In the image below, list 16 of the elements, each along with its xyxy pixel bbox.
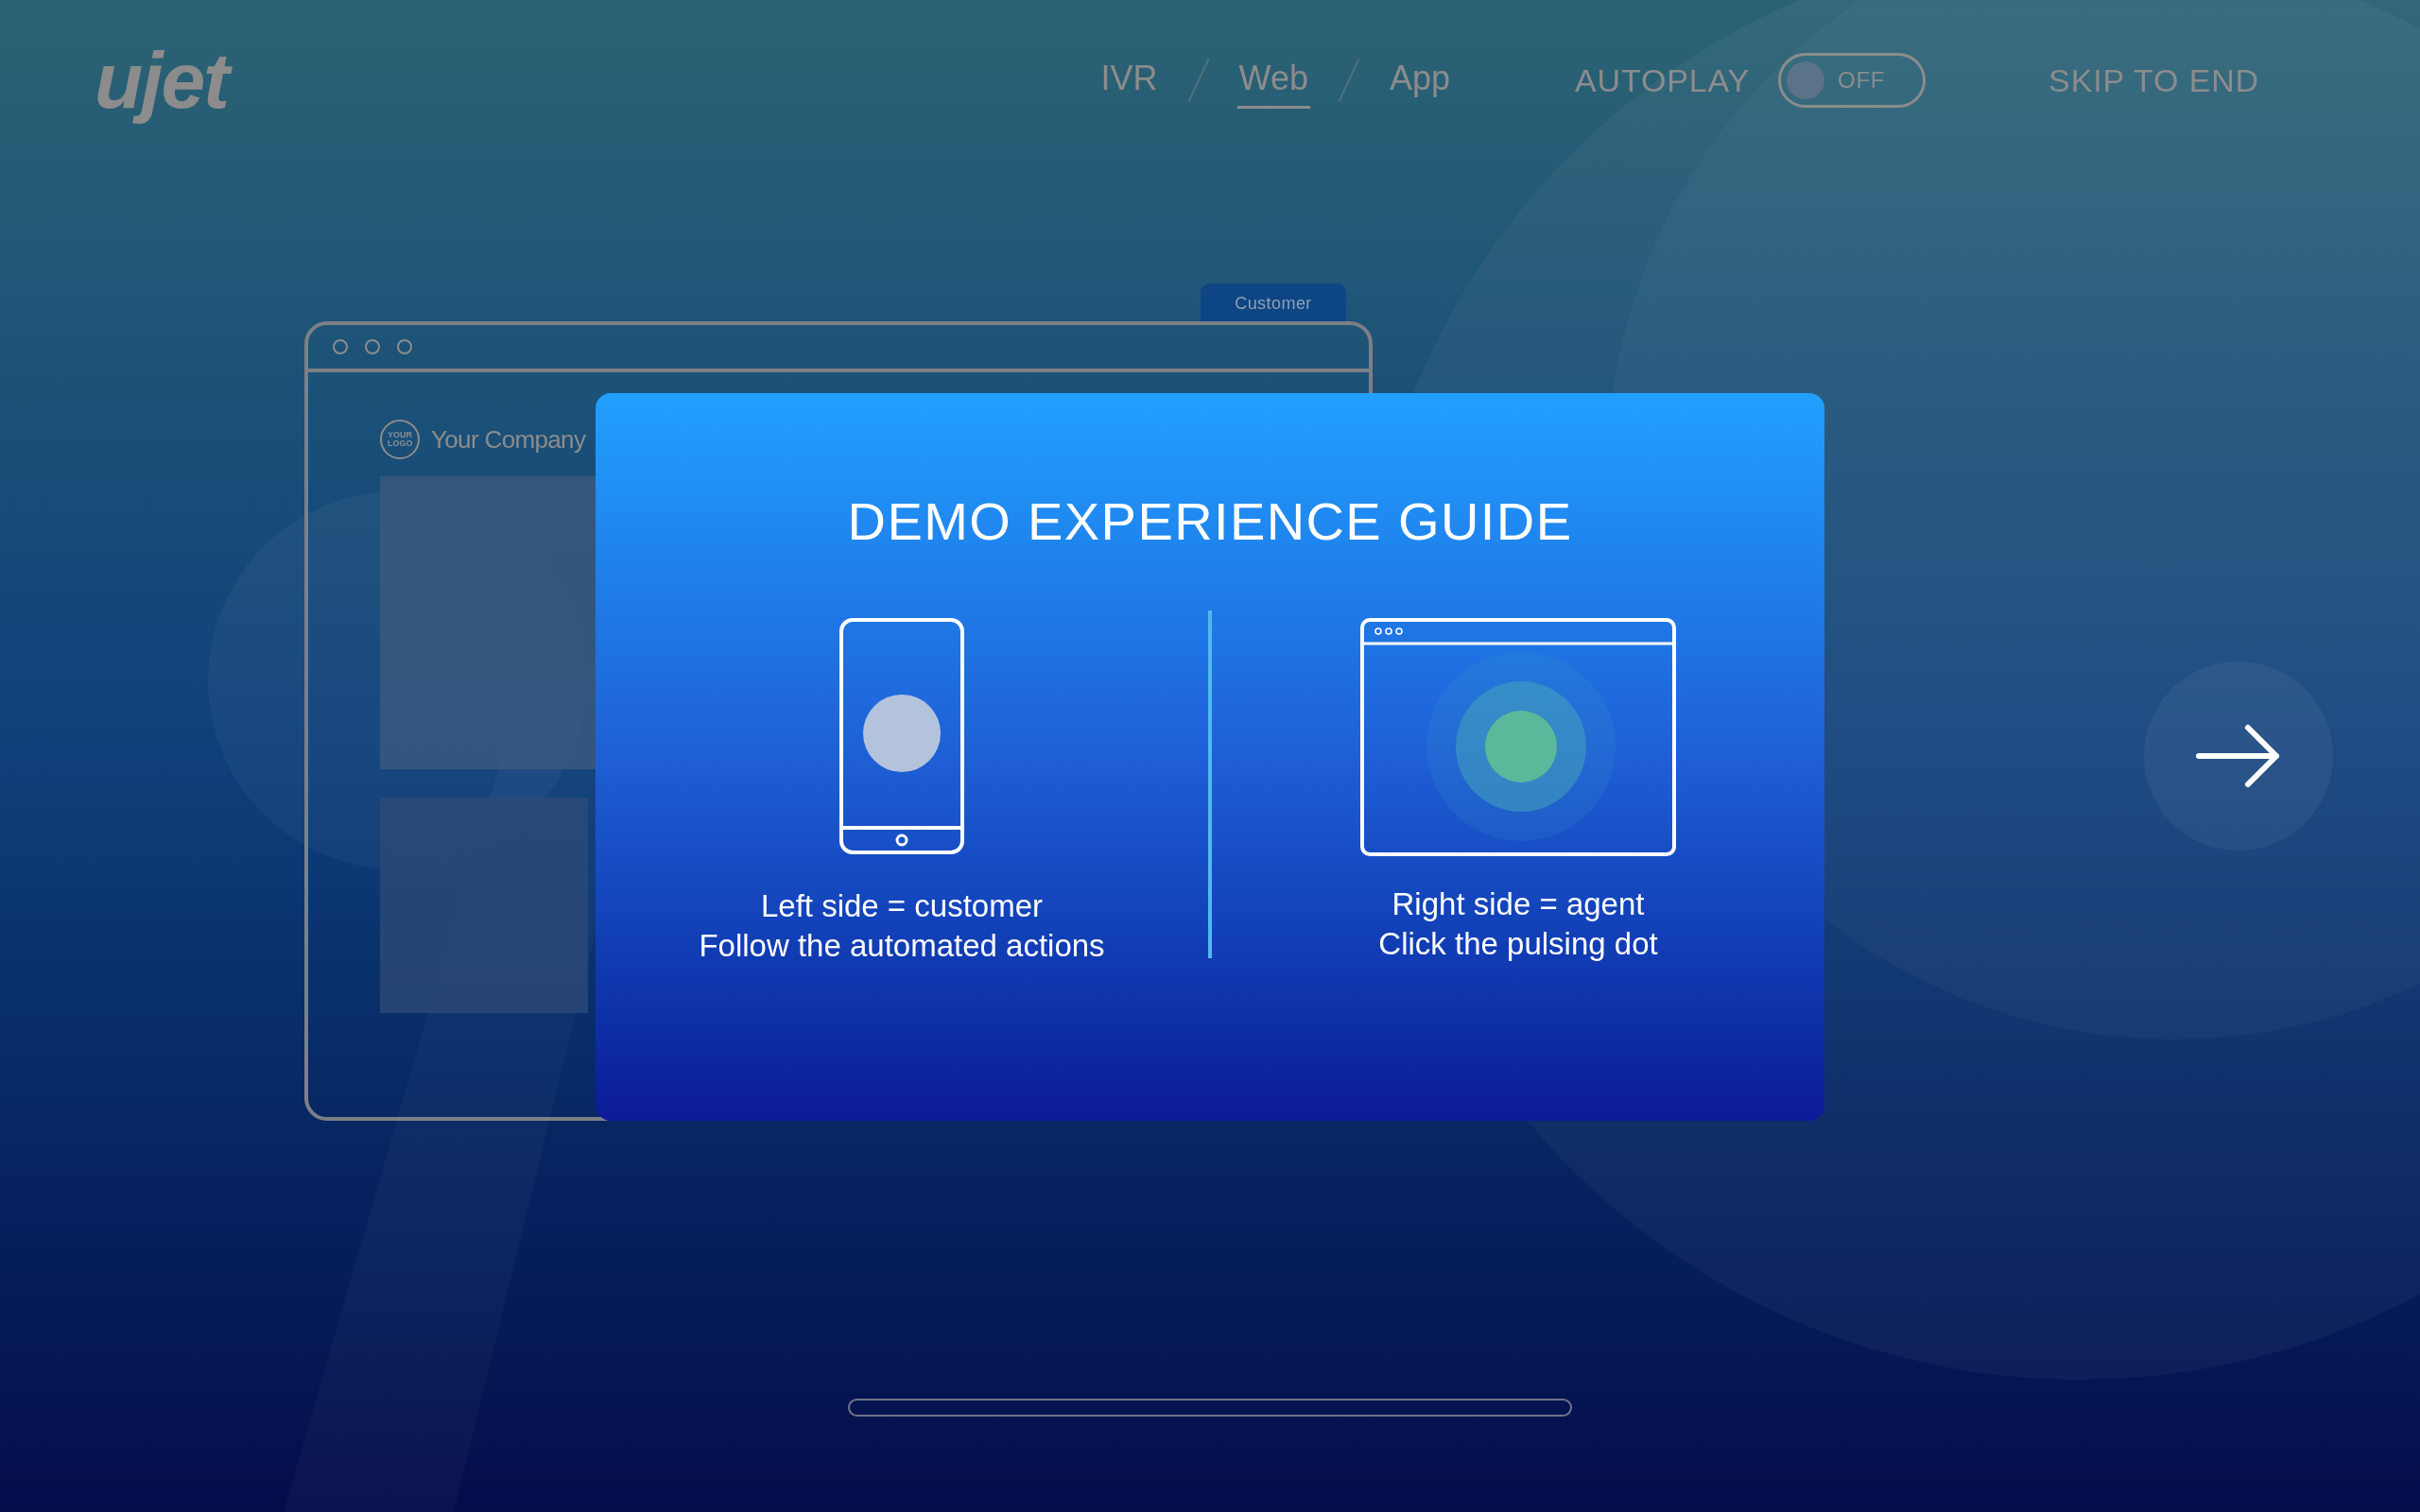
nav-tab[interactable]: Web	[1236, 52, 1310, 109]
guide-text: Click the pulsing dot	[1378, 925, 1658, 963]
autoplay-label: AUTOPLAY	[1575, 60, 1751, 100]
autoplay-toggle[interactable]: OFF	[1778, 53, 1927, 108]
dialog-title: DEMO EXPERIENCE GUIDE	[847, 495, 1573, 548]
guide-text: Right side = agent	[1392, 885, 1645, 923]
guide-text: Left side = customer	[760, 887, 1044, 925]
company-name: Your Company	[431, 423, 586, 455]
skip-to-end-button[interactable]: SKIP TO END	[2048, 56, 2259, 105]
arrow-right-icon	[2196, 723, 2281, 789]
nav-tab[interactable]: App	[1388, 52, 1453, 109]
toggle-knob	[1787, 61, 1825, 99]
phone-icon	[839, 618, 964, 854]
logo-placeholder-text: YOUR LOGO	[388, 431, 412, 448]
guide-text: Follow the automated actions	[699, 927, 1105, 965]
nav-tab[interactable]: IVR	[1098, 52, 1160, 109]
